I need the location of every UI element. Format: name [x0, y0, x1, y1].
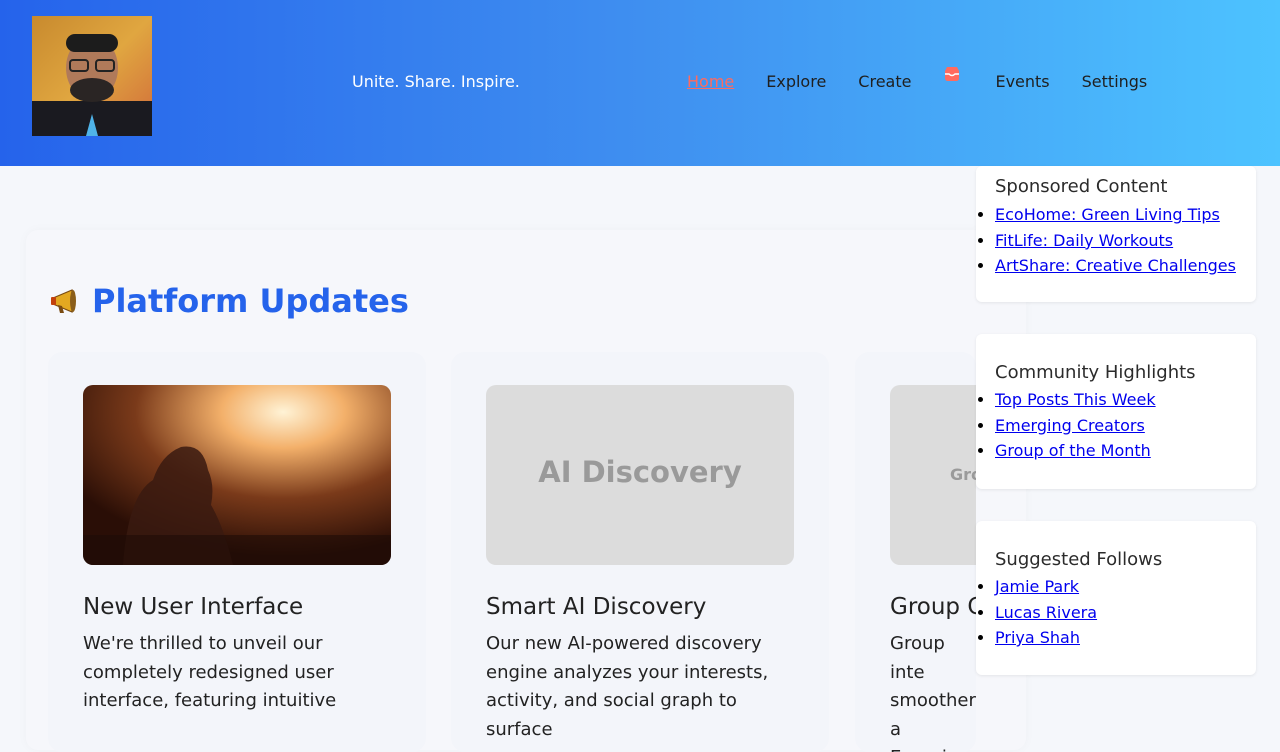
card-image-label: AI Discovery: [538, 455, 742, 489]
follow-link[interactable]: Lucas Rivera: [995, 603, 1097, 622]
follows-list: Jamie Park Lucas Rivera Priya Shah: [976, 574, 1097, 651]
sponsored-panel: Sponsored Content EcoHome: Green Living …: [976, 166, 1256, 302]
highlights-list: Top Posts This Week Emerging Creators Gr…: [976, 387, 1156, 464]
follow-link[interactable]: Jamie Park: [995, 577, 1079, 596]
list-item: FitLife: Daily Workouts: [995, 228, 1236, 254]
list-item: Emerging Creators: [995, 413, 1156, 439]
section-title-text: Platform Updates: [92, 282, 409, 320]
sponsored-link[interactable]: EcoHome: Green Living Tips: [995, 205, 1220, 224]
section-title: Platform Updates: [50, 282, 409, 320]
sponsored-link[interactable]: FitLife: Daily Workouts: [995, 231, 1173, 250]
nav-create[interactable]: Create: [858, 72, 911, 91]
panel-title: Community Highlights: [995, 362, 1196, 383]
panel-title: Sponsored Content: [995, 176, 1168, 197]
megaphone-icon: [50, 286, 84, 316]
top-header: Unite. Share. Inspire. Home Explore Crea…: [0, 0, 1280, 166]
list-item: ArtShare: Creative Challenges: [995, 253, 1236, 279]
list-item: Group of the Month: [995, 438, 1156, 464]
sponsored-link[interactable]: ArtShare: Creative Challenges: [995, 256, 1236, 275]
nav-settings[interactable]: Settings: [1082, 72, 1148, 91]
avatar[interactable]: [32, 16, 152, 136]
nav-events[interactable]: Events: [995, 72, 1049, 91]
update-card[interactable]: New User Interface We're thrilled to unv…: [48, 352, 426, 752]
list-item: Top Posts This Week: [995, 387, 1156, 413]
update-card[interactable]: Gro Group C Group inte smoother a Experi…: [855, 352, 976, 752]
follows-panel: Suggested Follows Jamie Park Lucas River…: [976, 521, 1256, 675]
nav-home[interactable]: Home: [687, 72, 734, 91]
list-item: Lucas Rivera: [995, 600, 1097, 626]
sponsored-list: EcoHome: Green Living Tips FitLife: Dail…: [976, 202, 1236, 279]
follow-link[interactable]: Priya Shah: [995, 628, 1080, 647]
nav-explore[interactable]: Explore: [766, 72, 826, 91]
card-body: Group inte smoother a Experience: [890, 633, 976, 752]
card-body: Our new AI-powered discovery engine anal…: [486, 633, 769, 740]
highlights-panel: Community Highlights Top Posts This Week…: [976, 334, 1256, 489]
sidebar: Sponsored Content EcoHome: Green Living …: [976, 166, 1256, 720]
card-title: New User Interface: [83, 594, 304, 620]
main-nav: Home Explore Create Events Settings: [687, 66, 1179, 91]
inbox-icon[interactable]: [943, 65, 963, 85]
list-item: Jamie Park: [995, 574, 1097, 600]
highlight-link[interactable]: Emerging Creators: [995, 416, 1145, 435]
list-item: Priya Shah: [995, 625, 1097, 651]
highlight-link[interactable]: Top Posts This Week: [995, 390, 1156, 409]
card-image-placeholder: Gro: [890, 385, 976, 565]
list-item: EcoHome: Green Living Tips: [995, 202, 1236, 228]
tagline: Unite. Share. Inspire.: [352, 72, 520, 91]
highlight-link[interactable]: Group of the Month: [995, 441, 1151, 460]
card-image-label: Gro: [950, 465, 976, 484]
card-title: Group C: [890, 594, 976, 620]
card-image: [83, 385, 391, 565]
card-title: Smart AI Discovery: [486, 594, 707, 620]
card-image-placeholder: AI Discovery: [486, 385, 794, 565]
panel-title: Suggested Follows: [995, 549, 1163, 570]
update-card[interactable]: AI Discovery Smart AI Discovery Our new …: [451, 352, 829, 752]
card-body: We're thrilled to unveil our completely …: [83, 633, 337, 711]
